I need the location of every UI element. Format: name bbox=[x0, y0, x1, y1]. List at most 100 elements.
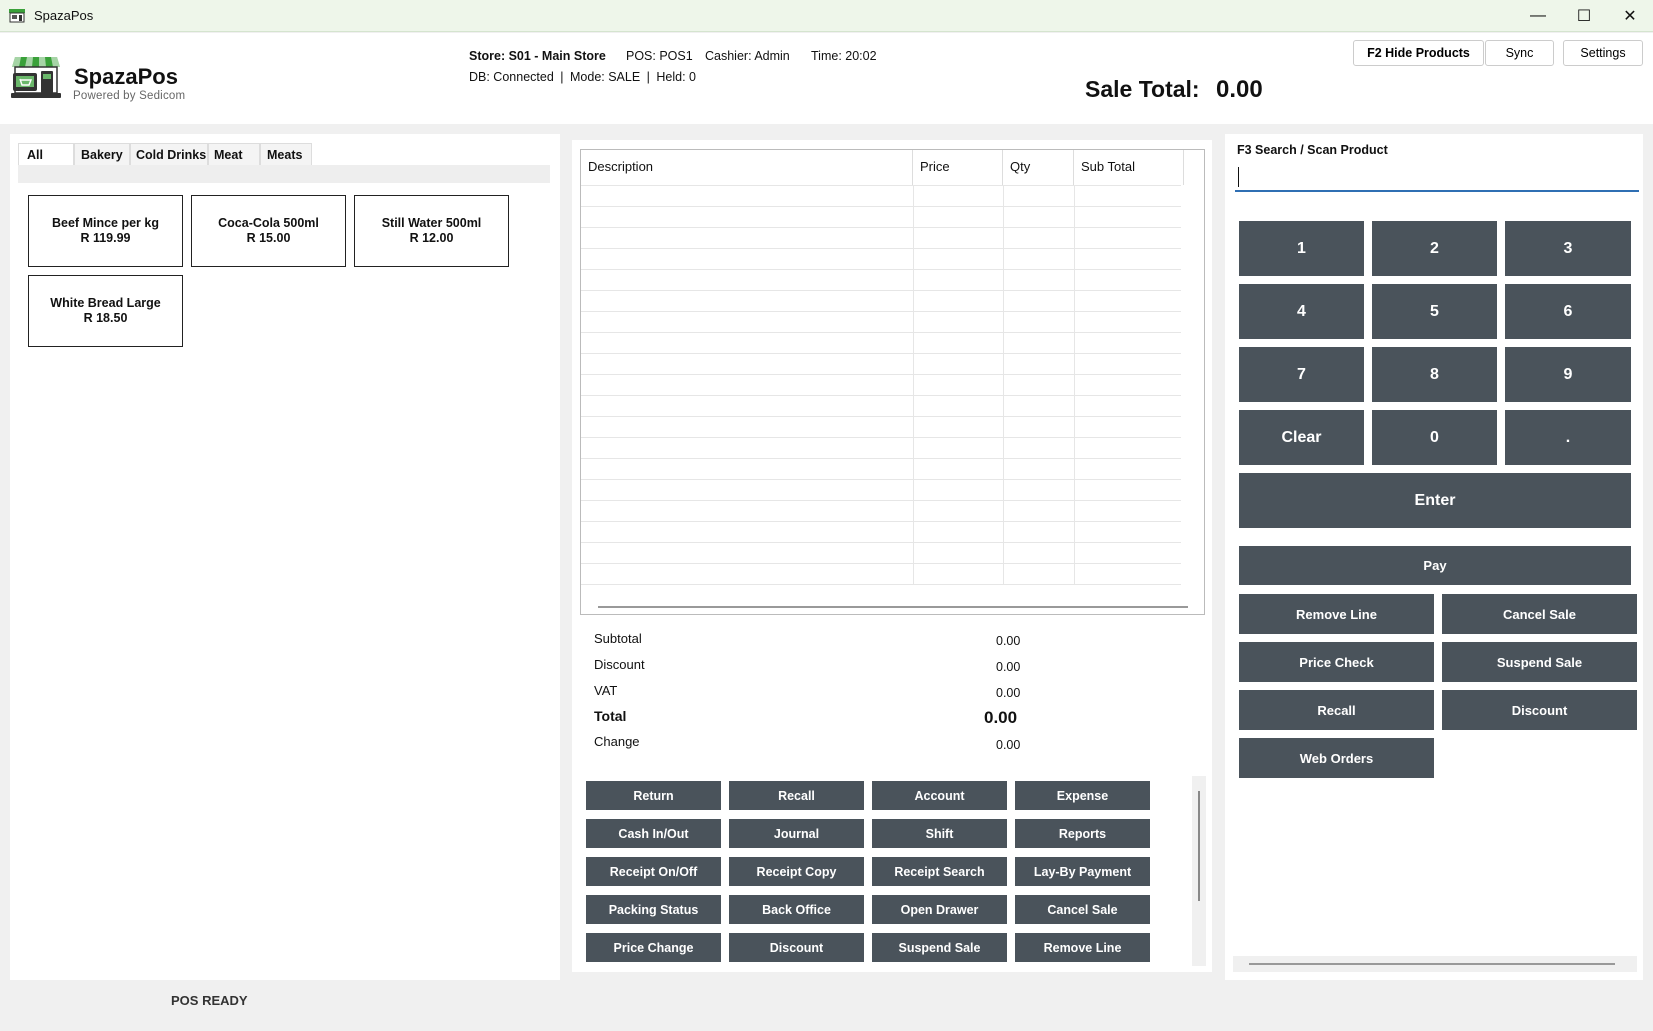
journal-button[interactable]: Journal bbox=[729, 819, 864, 848]
receipt-search-button[interactable]: Receipt Search bbox=[872, 857, 1007, 886]
cancel-sale-button[interactable]: Cancel Sale bbox=[1442, 594, 1637, 634]
key-1[interactable]: 1 bbox=[1239, 221, 1364, 276]
web-orders-button[interactable]: Web Orders bbox=[1239, 738, 1434, 778]
sale-total-value: 0.00 bbox=[1216, 76, 1263, 103]
column-header-price[interactable]: Price bbox=[913, 150, 1003, 185]
enter-button[interactable]: Enter bbox=[1239, 473, 1631, 528]
total-label: Total bbox=[594, 708, 627, 724]
mode-status: Mode: SALE bbox=[570, 70, 641, 84]
account-button[interactable]: Account bbox=[872, 781, 1007, 810]
cashier-info: Cashier: Admin bbox=[705, 49, 790, 63]
tab-meats[interactable]: Meats bbox=[260, 143, 312, 165]
tab-cold-drinks[interactable]: Cold Drinks bbox=[130, 143, 208, 165]
brand-name: SpazaPos bbox=[74, 64, 178, 89]
product-tile[interactable]: Still Water 500ml R 12.00 bbox=[354, 195, 509, 267]
search-input[interactable] bbox=[1235, 161, 1639, 192]
vat-label: VAT bbox=[594, 683, 618, 698]
lay-by-payment-button[interactable]: Lay-By Payment bbox=[1015, 857, 1150, 886]
recall-button[interactable]: Recall bbox=[729, 781, 864, 810]
maximize-icon[interactable]: ☐ bbox=[1561, 0, 1607, 32]
key-2[interactable]: 2 bbox=[1372, 221, 1497, 276]
column-header-description[interactable]: Description bbox=[581, 150, 913, 185]
subtotal-label: Subtotal bbox=[594, 631, 642, 646]
pay-button[interactable]: Pay bbox=[1239, 546, 1631, 585]
discount-button[interactable]: Discount bbox=[1442, 690, 1637, 730]
hide-products-button[interactable]: F2 Hide Products bbox=[1353, 40, 1484, 66]
sync-button[interactable]: Sync bbox=[1485, 40, 1554, 66]
keypad-panel: F3 Search / Scan Product 1 2 3 4 5 6 7 8… bbox=[1225, 134, 1643, 980]
separator: | bbox=[560, 70, 564, 84]
key-6[interactable]: 6 bbox=[1505, 284, 1631, 339]
scrollbar-thumb[interactable] bbox=[1198, 791, 1200, 901]
minimize-icon[interactable]: — bbox=[1515, 0, 1561, 32]
receipt-on-off-button[interactable]: Receipt On/Off bbox=[586, 857, 721, 886]
product-tile[interactable]: Coca-Cola 500ml R 15.00 bbox=[191, 195, 346, 267]
price-check-button[interactable]: Price Check bbox=[1239, 642, 1434, 682]
search-label: F3 Search / Scan Product bbox=[1237, 143, 1388, 157]
product-name: Beef Mince per kg bbox=[52, 216, 159, 230]
sale-total-label: Sale Total: bbox=[1085, 76, 1200, 102]
held-count: Held: 0 bbox=[656, 70, 697, 84]
scrollbar-thumb[interactable] bbox=[1249, 963, 1615, 965]
product-tile[interactable]: White Bread Large R 18.50 bbox=[28, 275, 183, 347]
packing-status-button[interactable]: Packing Status bbox=[586, 895, 721, 924]
column-header-qty[interactable]: Qty bbox=[1003, 150, 1074, 185]
tab-meat[interactable]: Meat bbox=[208, 143, 260, 165]
back-office-button[interactable]: Back Office bbox=[729, 895, 864, 924]
cancel-sale-button[interactable]: Cancel Sale bbox=[1015, 895, 1150, 924]
key-5[interactable]: 5 bbox=[1372, 284, 1497, 339]
product-price: R 12.00 bbox=[409, 231, 454, 245]
cart-grid[interactable]: Description Price Qty Sub Total bbox=[580, 149, 1205, 615]
remove-line-button[interactable]: Remove Line bbox=[1239, 594, 1434, 634]
key-0[interactable]: 0 bbox=[1372, 410, 1497, 465]
product-name: Still Water 500ml bbox=[381, 216, 482, 230]
vat-value: 0.00 bbox=[996, 686, 1021, 700]
change-label: Change bbox=[594, 734, 640, 749]
discount-label: Discount bbox=[594, 657, 645, 672]
expense-button[interactable]: Expense bbox=[1015, 781, 1150, 810]
product-name: White Bread Large bbox=[50, 296, 161, 310]
settings-button[interactable]: Settings bbox=[1563, 40, 1643, 66]
key-decimal[interactable]: . bbox=[1505, 410, 1631, 465]
close-icon[interactable]: ✕ bbox=[1607, 0, 1653, 32]
key-3[interactable]: 3 bbox=[1505, 221, 1631, 276]
product-name: Coca-Cola 500ml bbox=[218, 216, 319, 230]
tab-bakery[interactable]: Bakery bbox=[74, 143, 130, 165]
key-clear[interactable]: Clear bbox=[1239, 410, 1364, 465]
total-value: 0.00 bbox=[984, 708, 1018, 727]
discount-button[interactable]: Discount bbox=[729, 933, 864, 962]
cart-horizontal-scrollbar[interactable] bbox=[598, 606, 1188, 608]
tab-all[interactable]: All bbox=[18, 143, 74, 165]
remove-line-button[interactable]: Remove Line bbox=[1015, 933, 1150, 962]
cart-panel: Description Price Qty Sub Total Subtotal… bbox=[572, 140, 1212, 972]
open-drawer-button[interactable]: Open Drawer bbox=[872, 895, 1007, 924]
product-price: R 18.50 bbox=[83, 311, 128, 325]
key-8[interactable]: 8 bbox=[1372, 347, 1497, 402]
reports-button[interactable]: Reports bbox=[1015, 819, 1150, 848]
suspend-sale-button[interactable]: Suspend Sale bbox=[1442, 642, 1637, 682]
function-buttons-scrollbar[interactable] bbox=[1192, 776, 1206, 966]
text-caret bbox=[1238, 167, 1239, 187]
suspend-sale-button[interactable]: Suspend Sale bbox=[872, 933, 1007, 962]
product-tile[interactable]: Beef Mince per kg R 119.99 bbox=[28, 195, 183, 267]
price-change-button[interactable]: Price Change bbox=[586, 933, 721, 962]
pos-app-icon bbox=[9, 8, 25, 22]
actions-horizontal-scrollbar[interactable] bbox=[1233, 956, 1637, 972]
brand-subtitle: Powered by Sedicom bbox=[73, 90, 186, 102]
key-7[interactable]: 7 bbox=[1239, 347, 1364, 402]
change-value: 0.00 bbox=[996, 738, 1021, 752]
key-9[interactable]: 9 bbox=[1505, 347, 1631, 402]
key-4[interactable]: 4 bbox=[1239, 284, 1364, 339]
column-header-sub-total[interactable]: Sub Total bbox=[1074, 150, 1184, 185]
shift-button[interactable]: Shift bbox=[872, 819, 1007, 848]
cart-grid-header: Description Price Qty Sub Total bbox=[581, 150, 1184, 185]
session-info-row: Store: S01 - Main Store POS: POS1 Cashier:… bbox=[469, 49, 877, 63]
tab-content-band bbox=[18, 165, 550, 183]
store-info: Store: S01 - Main Store bbox=[469, 49, 606, 63]
recall-button[interactable]: Recall bbox=[1239, 690, 1434, 730]
status-info-row: DB: Connected | Mode: SALE | Held: 0 bbox=[469, 70, 696, 84]
cash-in-out-button[interactable]: Cash In/Out bbox=[586, 819, 721, 848]
shop-logo-icon bbox=[11, 57, 61, 98]
return-button[interactable]: Return bbox=[586, 781, 721, 810]
receipt-copy-button[interactable]: Receipt Copy bbox=[729, 857, 864, 886]
